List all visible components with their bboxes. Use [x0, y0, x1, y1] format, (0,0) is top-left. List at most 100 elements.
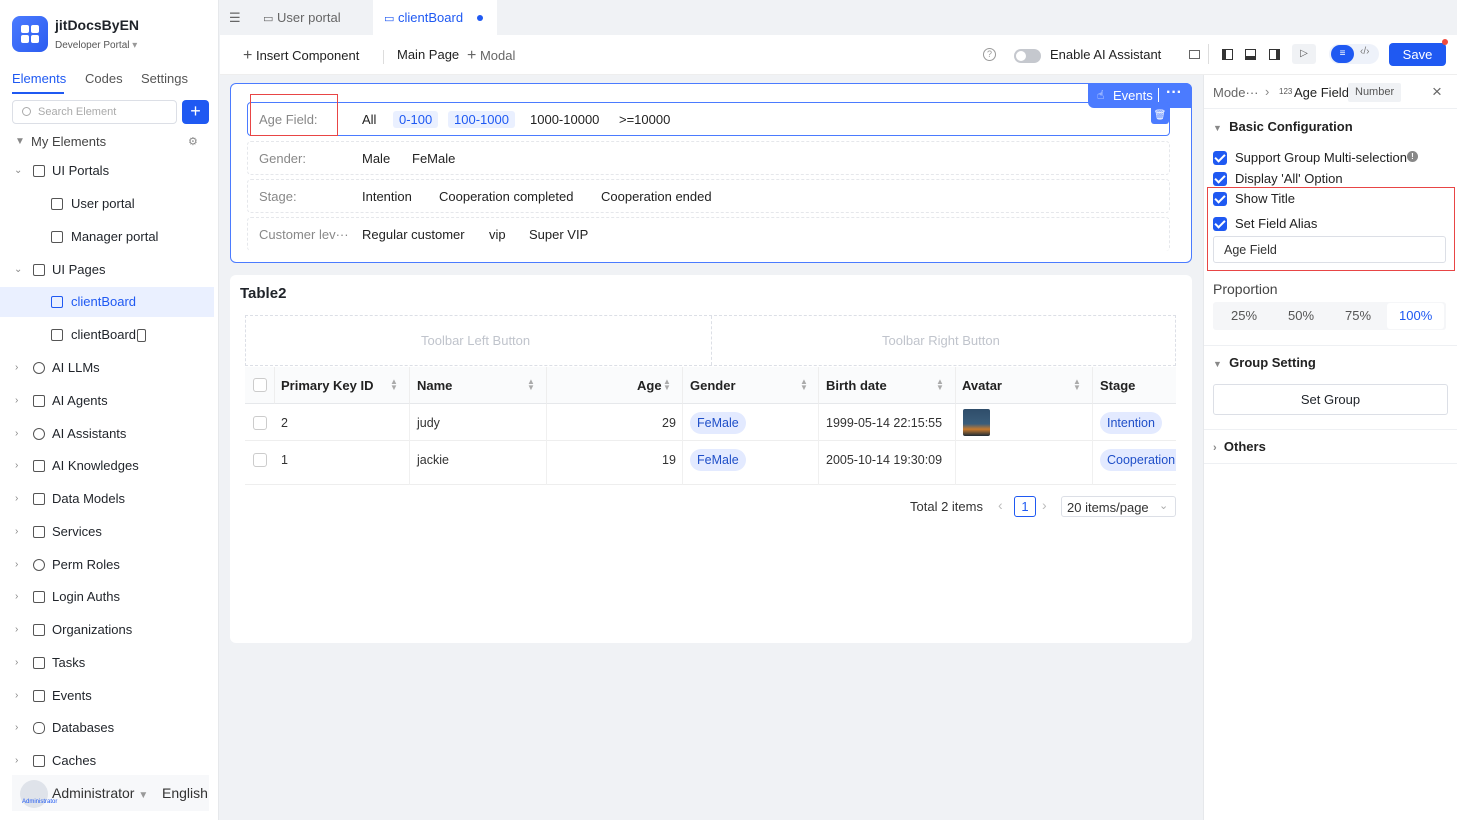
- filter-option[interactable]: Super VIP: [523, 226, 594, 243]
- tree-ui-pages[interactable]: ⌄ UI Pages: [0, 255, 214, 285]
- proportion-option[interactable]: 100%: [1399, 308, 1432, 323]
- more-icon[interactable]: ···: [1166, 84, 1182, 102]
- proportion-option[interactable]: 75%: [1345, 308, 1371, 323]
- filter-row-gender[interactable]: Gender: Male FeMale: [247, 141, 1170, 175]
- section-others[interactable]: › Others: [1213, 439, 1266, 454]
- llm-icon: [33, 362, 45, 374]
- set-group-button[interactable]: Set Group: [1213, 384, 1448, 415]
- close-icon[interactable]: ×: [1432, 82, 1442, 102]
- portal-switcher-label: Developer Portal: [55, 40, 130, 51]
- user-menu[interactable]: Administrator ▼: [52, 785, 148, 801]
- layout-icon[interactable]: [1189, 50, 1200, 59]
- right-panel-icon[interactable]: [1269, 49, 1280, 60]
- prev-page-icon[interactable]: ‹: [998, 497, 1003, 513]
- filter-option[interactable]: Cooperation completed: [433, 188, 579, 205]
- ai-assistant-toggle[interactable]: [1014, 49, 1041, 63]
- filter-row-customer-level[interactable]: Customer lev··· Regular customer vip Sup…: [247, 217, 1170, 251]
- toolbar-right-button[interactable]: Toolbar Right Button: [882, 333, 1000, 348]
- sort-icon[interactable]: ▲ ▼: [390, 378, 398, 392]
- section-title: Others: [1223, 439, 1266, 454]
- tree-events[interactable]: › Events: [0, 681, 214, 711]
- collapse-sidebar-icon[interactable]: ☰: [229, 10, 241, 26]
- filter-option[interactable]: 0-100: [393, 111, 439, 128]
- tree-services[interactable]: › Services: [0, 517, 214, 547]
- sort-icon[interactable]: ▲ ▼: [1073, 378, 1081, 392]
- tree-tasks[interactable]: › Tasks: [0, 648, 214, 678]
- column-divider: [546, 404, 547, 485]
- filter-option[interactable]: FeMale: [406, 150, 461, 167]
- filter-option[interactable]: Cooperation ended: [595, 188, 718, 205]
- insert-component-button[interactable]: + Insert Component: [243, 47, 359, 65]
- filter-option[interactable]: Male: [356, 150, 396, 167]
- tree-databases[interactable]: › Databases: [0, 713, 214, 743]
- code-mode-icon[interactable]: ‹/›: [1360, 46, 1369, 57]
- filter-option[interactable]: >=10000: [613, 111, 676, 128]
- events-button[interactable]: Events: [1113, 88, 1153, 103]
- select-all-checkbox[interactable]: [253, 378, 267, 392]
- search-input[interactable]: Search Element: [12, 100, 177, 124]
- tree-organizations[interactable]: › Organizations: [0, 615, 214, 645]
- stage-tag: Cooperation: [1100, 449, 1176, 471]
- page-number[interactable]: 1: [1014, 496, 1036, 517]
- filter-row-stage[interactable]: Stage: Intention Cooperation completed C…: [247, 179, 1170, 213]
- multi-selection-checkbox[interactable]: [1213, 151, 1227, 165]
- avatar-image[interactable]: [963, 409, 990, 436]
- add-element-button[interactable]: +: [182, 100, 209, 124]
- sort-icon[interactable]: ▲ ▼: [800, 378, 808, 392]
- row-checkbox[interactable]: [253, 416, 267, 430]
- filter-option[interactable]: 100-1000: [448, 111, 515, 128]
- sort-icon[interactable]: ▲ ▼: [527, 378, 535, 392]
- tree-clientboard-mobile[interactable]: clientBoard: [0, 320, 214, 350]
- info-icon[interactable]: !: [1407, 151, 1418, 162]
- tree-login-auths[interactable]: › Login Auths: [0, 582, 214, 612]
- filter-row-age[interactable]: Age Field: All 0-100 100-1000 1000-10000…: [247, 102, 1170, 136]
- filter-icon[interactable]: ⚙: [188, 127, 198, 157]
- filter-option[interactable]: 1000-10000: [524, 111, 605, 128]
- portal-switcher[interactable]: Developer Portal ▾: [55, 40, 137, 51]
- visual-mode-icon[interactable]: ≡: [1331, 45, 1354, 63]
- section-group-setting[interactable]: ▼ Group Setting: [1213, 355, 1316, 370]
- tree-ai-assistants[interactable]: › AI Assistants: [0, 419, 214, 449]
- next-page-icon[interactable]: ›: [1042, 497, 1047, 513]
- left-panel-icon[interactable]: [1222, 49, 1233, 60]
- help-icon[interactable]: ?: [983, 48, 996, 61]
- preview-icon[interactable]: ▷: [1292, 44, 1316, 64]
- tree-ui-portals[interactable]: ⌄ UI Portals: [0, 156, 214, 186]
- toolbar-left-button[interactable]: Toolbar Left Button: [421, 333, 530, 348]
- tree-ai-agents[interactable]: › AI Agents: [0, 386, 214, 416]
- tree-my-elements[interactable]: ▼ My Elements ⚙: [0, 127, 214, 157]
- tree-data-models[interactable]: › Data Models: [0, 484, 214, 514]
- breadcrumb-parent[interactable]: Mode···: [1213, 85, 1259, 100]
- proportion-option[interactable]: 50%: [1288, 308, 1314, 323]
- tree-manager-portal[interactable]: Manager portal: [0, 222, 214, 252]
- tree-clientboard[interactable]: clientBoard: [0, 287, 214, 317]
- tab-codes[interactable]: Codes: [85, 71, 123, 86]
- tree-ai-llms[interactable]: › AI LLMs: [0, 353, 214, 383]
- tree-label: My Elements: [31, 134, 107, 149]
- save-button[interactable]: Save: [1389, 43, 1446, 66]
- proportion-option[interactable]: 25%: [1231, 308, 1257, 323]
- bottom-panel-icon[interactable]: [1245, 49, 1256, 60]
- main-page-tab[interactable]: Main Page: [397, 47, 459, 62]
- display-all-checkbox[interactable]: [1213, 172, 1227, 186]
- filter-option[interactable]: Intention: [356, 188, 418, 205]
- tree-user-portal[interactable]: User portal: [0, 189, 214, 219]
- column-divider: [1092, 404, 1093, 485]
- tree-ai-knowledges[interactable]: › AI Knowledges: [0, 451, 214, 481]
- row-checkbox[interactable]: [253, 453, 267, 467]
- tree-perm-roles[interactable]: › Perm Roles: [0, 550, 214, 580]
- modal-button[interactable]: + Modal: [467, 47, 515, 65]
- filter-option[interactable]: Regular customer: [356, 226, 471, 243]
- pointer-icon: ☝: [1097, 88, 1105, 102]
- sort-icon[interactable]: ▲ ▼: [936, 378, 944, 392]
- tree-caches[interactable]: › Caches: [0, 746, 214, 776]
- tab-user-portal[interactable]: ▭ User portal: [255, 0, 373, 35]
- tab-settings[interactable]: Settings: [141, 71, 188, 86]
- filter-option[interactable]: All: [356, 111, 382, 128]
- filter-option[interactable]: vip: [483, 226, 512, 243]
- sort-icon[interactable]: ▲ ▼: [663, 378, 671, 392]
- tab-elements[interactable]: Elements: [12, 71, 66, 86]
- page-size-select[interactable]: 20 items/page ⌄: [1061, 496, 1176, 517]
- language-switch[interactable]: English: [162, 785, 208, 801]
- section-basic-configuration[interactable]: ▼ Basic Configuration: [1213, 119, 1353, 134]
